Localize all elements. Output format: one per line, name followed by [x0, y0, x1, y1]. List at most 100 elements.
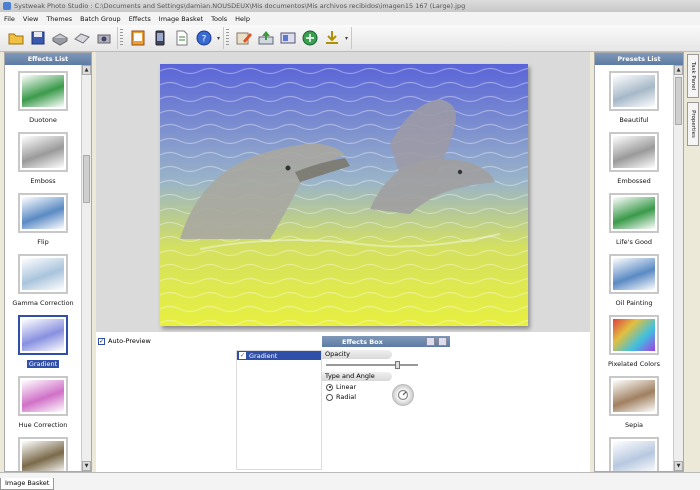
effect-thumbnail — [18, 132, 68, 172]
preset-item-label: Oil Painting — [615, 299, 653, 307]
angle-dial-icon — [397, 389, 409, 401]
save-button[interactable] — [28, 28, 48, 48]
opacity-slider-track — [326, 364, 418, 366]
applied-effects-list: ✓ Gradient — [236, 350, 322, 470]
toolbar-grip[interactable] — [120, 29, 123, 47]
scrollbar-thumb[interactable] — [675, 77, 682, 125]
tab-image-basket[interactable]: Image Basket — [0, 478, 55, 490]
effects-box: Effects Box Opacity Type and Angle Linea… — [322, 336, 450, 472]
camera-button[interactable] — [94, 28, 114, 48]
preset-item-label: Pixelated Colors — [607, 360, 661, 368]
help-button[interactable]: ? — [194, 28, 214, 48]
save-icon — [31, 31, 45, 45]
presets-list-scrollbar[interactable]: ▲ ▼ — [673, 65, 683, 471]
presets-list-panel: Presets List Beautiful Embossed Life's G… — [594, 52, 684, 472]
opacity-section: Opacity — [322, 350, 392, 359]
edit-button[interactable] — [234, 28, 254, 48]
angle-dial[interactable] — [392, 384, 414, 406]
download-button[interactable] — [322, 28, 342, 48]
effect-item-label: Duotone — [29, 116, 57, 124]
open-folder-button[interactable] — [6, 28, 26, 48]
effect-thumbnail — [18, 71, 68, 111]
preset-item-embossed[interactable]: Embossed — [595, 132, 673, 185]
menu-tools[interactable]: Tools — [211, 15, 227, 23]
menu-help[interactable]: Help — [235, 15, 250, 23]
phone-icon — [155, 30, 165, 46]
preset-item-oil-painting[interactable]: Oil Painting — [595, 254, 673, 307]
effect-item-partial[interactable] — [5, 437, 81, 471]
scroll-up-arrow-icon[interactable]: ▲ — [82, 65, 91, 75]
presets-list: Beautiful Embossed Life's Good Oil Paint… — [595, 65, 673, 471]
effect-item-gradient[interactable]: Gradient — [5, 315, 81, 368]
effect-item-hue-correction[interactable]: Hue Correction — [5, 376, 81, 429]
camera-icon — [97, 34, 111, 44]
toolbar-group-file — [3, 27, 118, 49]
toolbar-overflow-icon[interactable]: ▾ — [217, 35, 220, 42]
effect-item-label: Hue Correction — [18, 421, 68, 429]
preset-item-lifes-good[interactable]: Life's Good — [595, 193, 673, 246]
applied-effect-label: Gradient — [249, 351, 278, 360]
email-icon — [280, 32, 296, 44]
preset-item-label: Life's Good — [615, 238, 653, 246]
upload-button[interactable] — [256, 28, 276, 48]
presets-list-header: Presets List — [595, 53, 683, 65]
effects-list-scrollbar[interactable]: ▲ ▼ — [81, 65, 91, 471]
email-button[interactable] — [278, 28, 298, 48]
slideshow-button[interactable] — [128, 28, 148, 48]
preset-thumbnail — [609, 193, 659, 233]
radial-label: Radial — [336, 393, 357, 401]
window-title: Systweak Photo Studio : C:\Documents and… — [14, 2, 466, 10]
scroll-up-arrow-icon[interactable]: ▲ — [674, 65, 683, 75]
effect-item-label: Emboss — [30, 177, 56, 185]
auto-preview-checkbox[interactable]: ✓ — [98, 337, 105, 345]
gradient-type-radial[interactable]: Radial — [326, 393, 450, 401]
app-icon — [3, 2, 11, 10]
save-preset-icon[interactable] — [438, 337, 447, 346]
preset-item-beautiful[interactable]: Beautiful — [595, 71, 673, 124]
toolbar-overflow-icon-2[interactable]: ▾ — [345, 35, 348, 42]
phone-button[interactable] — [150, 28, 170, 48]
title-bar: Systweak Photo Studio : C:\Documents and… — [0, 0, 700, 12]
preview-image[interactable] — [160, 64, 528, 326]
new-document-button[interactable] — [172, 28, 192, 48]
globe-button[interactable] — [300, 28, 320, 48]
auto-preview-toggle[interactable]: ✓ Auto-Preview — [98, 337, 151, 345]
scrollbar-thumb[interactable] — [83, 155, 90, 203]
preset-item-sepia[interactable]: Sepia — [595, 376, 673, 429]
menu-file[interactable]: File — [4, 15, 15, 23]
radial-radio[interactable] — [326, 393, 333, 401]
copy-icon[interactable] — [426, 337, 435, 346]
preset-thumbnail — [609, 132, 659, 172]
linear-radio[interactable] — [326, 383, 333, 391]
preset-item-label: Embossed — [617, 177, 651, 185]
menu-image-basket[interactable]: Image Basket — [159, 15, 203, 23]
toolbar-grip-2[interactable] — [226, 29, 230, 47]
effect-item-flip[interactable]: Flip — [5, 193, 81, 246]
globe-icon — [302, 30, 318, 46]
menu-view[interactable]: View — [23, 15, 38, 23]
scroll-down-arrow-icon[interactable]: ▼ — [82, 461, 91, 471]
print-button[interactable] — [72, 28, 92, 48]
opacity-slider-knob[interactable] — [394, 361, 400, 369]
tab-properties[interactable]: Properties — [687, 102, 699, 146]
opacity-slider[interactable] — [326, 361, 446, 369]
effect-item-duotone[interactable]: Duotone — [5, 71, 81, 124]
preset-item-partial[interactable] — [595, 437, 673, 471]
applied-effect-checkbox[interactable]: ✓ — [239, 352, 246, 359]
menu-effects[interactable]: Effects — [129, 15, 151, 23]
status-bar: Image Basket — [0, 472, 700, 490]
preset-item-pixelated-colors[interactable]: Pixelated Colors — [595, 315, 673, 368]
preset-thumbnail — [609, 71, 659, 111]
effect-item-emboss[interactable]: Emboss — [5, 132, 81, 185]
gradient-type-linear[interactable]: Linear — [326, 383, 450, 391]
toolbar-group-view: ? ▾ — [125, 27, 225, 49]
menu-batch-group[interactable]: Batch Group — [80, 15, 121, 23]
scanner-button[interactable] — [50, 28, 70, 48]
applied-effect-gradient[interactable]: ✓ Gradient — [237, 351, 321, 360]
menu-themes[interactable]: Themes — [46, 15, 72, 23]
download-icon — [326, 31, 339, 44]
scroll-down-arrow-icon[interactable]: ▼ — [674, 461, 683, 471]
effect-item-gamma-correction[interactable]: Gamma Correction — [5, 254, 81, 307]
tab-task-panel[interactable]: Task Panel — [687, 54, 699, 98]
effects-box-title: Effects Box — [342, 337, 383, 346]
